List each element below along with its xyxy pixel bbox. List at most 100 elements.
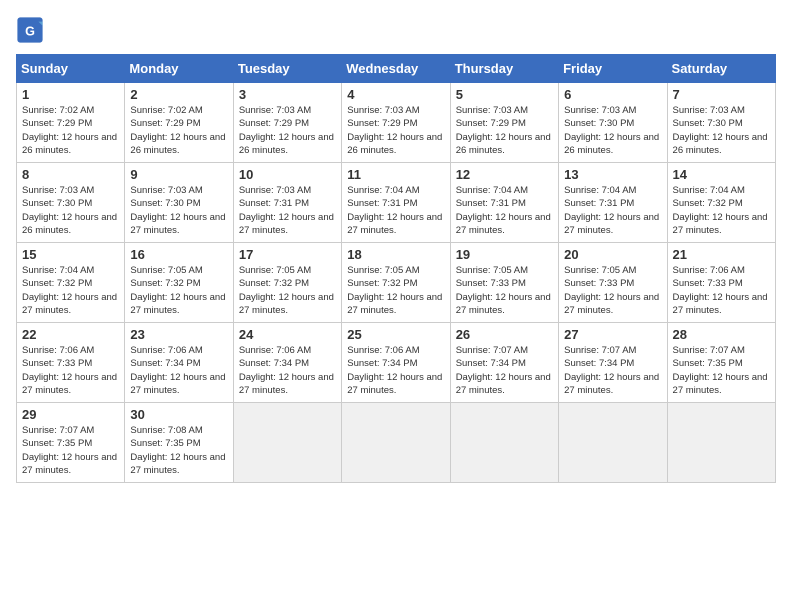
calendar-week-5: 29Sunrise: 7:07 AMSunset: 7:35 PMDayligh…	[17, 403, 776, 483]
day-info: Sunrise: 7:06 AMSunset: 7:33 PMDaylight:…	[673, 264, 770, 317]
calendar-day-14: 14 Sunrise: 7:04 AMSunset: 7:32 PMDayligh…	[667, 163, 775, 243]
calendar-week-4: 22 Sunrise: 7:06 AMSunset: 7:33 PMDayligh…	[17, 323, 776, 403]
day-number: 10	[239, 167, 336, 182]
calendar-day-empty	[342, 403, 450, 483]
day-info: Sunrise: 7:04 AMSunset: 7:32 PMDaylight:…	[673, 184, 770, 237]
day-number: 16	[130, 247, 227, 262]
day-info: Sunrise: 7:03 AMSunset: 7:29 PMDaylight:…	[239, 104, 336, 157]
day-number: 27	[564, 327, 661, 342]
weekday-header-row: SundayMondayTuesdayWednesdayThursdayFrid…	[17, 55, 776, 83]
day-number: 15	[22, 247, 119, 262]
weekday-header-saturday: Saturday	[667, 55, 775, 83]
day-number: 18	[347, 247, 444, 262]
calendar-day-empty	[667, 403, 775, 483]
calendar-day-8: 8 Sunrise: 7:03 AMSunset: 7:30 PMDaylight…	[17, 163, 125, 243]
calendar-day-12: 12 Sunrise: 7:04 AMSunset: 7:31 PMDayligh…	[450, 163, 558, 243]
day-number: 24	[239, 327, 336, 342]
day-number: 4	[347, 87, 444, 102]
day-info: Sunrise: 7:05 AMSunset: 7:33 PMDaylight:…	[564, 264, 661, 317]
calendar-day-23: 23 Sunrise: 7:06 AMSunset: 7:34 PMDayligh…	[125, 323, 233, 403]
day-number: 8	[22, 167, 119, 182]
day-info: Sunrise: 7:06 AMSunset: 7:34 PMDaylight:…	[347, 344, 444, 397]
day-number: 22	[22, 327, 119, 342]
day-info: Sunrise: 7:04 AMSunset: 7:31 PMDaylight:…	[347, 184, 444, 237]
weekday-header-sunday: Sunday	[17, 55, 125, 83]
calendar-week-2: 8 Sunrise: 7:03 AMSunset: 7:30 PMDaylight…	[17, 163, 776, 243]
calendar-day-2: 2 Sunrise: 7:02 AMSunset: 7:29 PMDaylight…	[125, 83, 233, 163]
logo-icon: G	[16, 16, 44, 44]
weekday-header-thursday: Thursday	[450, 55, 558, 83]
calendar-day-19: 19Sunrise: 7:05 AMSunset: 7:33 PMDayligh…	[450, 243, 558, 323]
day-info: Sunrise: 7:05 AMSunset: 7:32 PMDaylight:…	[239, 264, 336, 317]
day-info: Sunrise: 7:05 AMSunset: 7:32 PMDaylight:…	[130, 264, 227, 317]
weekday-header-monday: Monday	[125, 55, 233, 83]
day-info: Sunrise: 7:03 AMSunset: 7:30 PMDaylight:…	[564, 104, 661, 157]
weekday-header-wednesday: Wednesday	[342, 55, 450, 83]
day-number: 26	[456, 327, 553, 342]
day-info: Sunrise: 7:07 AMSunset: 7:35 PMDaylight:…	[22, 424, 119, 477]
header: G	[16, 16, 776, 44]
day-number: 14	[673, 167, 770, 182]
calendar-day-30: 30 Sunrise: 7:08 AMSunset: 7:35 PMDayligh…	[125, 403, 233, 483]
day-number: 5	[456, 87, 553, 102]
day-info: Sunrise: 7:04 AMSunset: 7:31 PMDaylight:…	[564, 184, 661, 237]
day-info: Sunrise: 7:03 AMSunset: 7:29 PMDaylight:…	[347, 104, 444, 157]
calendar-day-22: 22 Sunrise: 7:06 AMSunset: 7:33 PMDayligh…	[17, 323, 125, 403]
calendar-day-20: 20 Sunrise: 7:05 AMSunset: 7:33 PMDayligh…	[559, 243, 667, 323]
calendar-week-3: 15 Sunrise: 7:04 AMSunset: 7:32 PMDayligh…	[17, 243, 776, 323]
day-number: 28	[673, 327, 770, 342]
day-info: Sunrise: 7:04 AMSunset: 7:31 PMDaylight:…	[456, 184, 553, 237]
calendar-day-27: 27 Sunrise: 7:07 AMSunset: 7:34 PMDayligh…	[559, 323, 667, 403]
calendar-day-empty	[559, 403, 667, 483]
calendar-day-18: 18Sunrise: 7:05 AMSunset: 7:32 PMDayligh…	[342, 243, 450, 323]
calendar-day-11: 11 Sunrise: 7:04 AMSunset: 7:31 PMDayligh…	[342, 163, 450, 243]
day-info: Sunrise: 7:06 AMSunset: 7:34 PMDaylight:…	[239, 344, 336, 397]
day-info: Sunrise: 7:06 AMSunset: 7:34 PMDaylight:…	[130, 344, 227, 397]
calendar-day-28: 28 Sunrise: 7:07 AMSunset: 7:35 PMDayligh…	[667, 323, 775, 403]
day-number: 21	[673, 247, 770, 262]
day-info: Sunrise: 7:04 AMSunset: 7:32 PMDaylight:…	[22, 264, 119, 317]
calendar-day-3: 3 Sunrise: 7:03 AMSunset: 7:29 PMDaylight…	[233, 83, 341, 163]
calendar-day-29: 29Sunrise: 7:07 AMSunset: 7:35 PMDayligh…	[17, 403, 125, 483]
calendar-day-7: 7Sunrise: 7:03 AMSunset: 7:30 PMDaylight…	[667, 83, 775, 163]
day-number: 2	[130, 87, 227, 102]
calendar-day-13: 13Sunrise: 7:04 AMSunset: 7:31 PMDayligh…	[559, 163, 667, 243]
day-info: Sunrise: 7:07 AMSunset: 7:34 PMDaylight:…	[456, 344, 553, 397]
calendar-day-empty	[450, 403, 558, 483]
day-info: Sunrise: 7:03 AMSunset: 7:30 PMDaylight:…	[130, 184, 227, 237]
day-info: Sunrise: 7:02 AMSunset: 7:29 PMDaylight:…	[130, 104, 227, 157]
calendar-table: SundayMondayTuesdayWednesdayThursdayFrid…	[16, 54, 776, 483]
day-info: Sunrise: 7:07 AMSunset: 7:34 PMDaylight:…	[564, 344, 661, 397]
calendar-day-9: 9 Sunrise: 7:03 AMSunset: 7:30 PMDaylight…	[125, 163, 233, 243]
calendar-day-empty	[233, 403, 341, 483]
calendar-day-5: 5 Sunrise: 7:03 AMSunset: 7:29 PMDaylight…	[450, 83, 558, 163]
calendar-day-4: 4 Sunrise: 7:03 AMSunset: 7:29 PMDaylight…	[342, 83, 450, 163]
day-number: 6	[564, 87, 661, 102]
calendar-day-26: 26 Sunrise: 7:07 AMSunset: 7:34 PMDayligh…	[450, 323, 558, 403]
day-info: Sunrise: 7:02 AMSunset: 7:29 PMDaylight:…	[22, 104, 119, 157]
day-number: 9	[130, 167, 227, 182]
svg-text:G: G	[25, 25, 35, 39]
day-number: 17	[239, 247, 336, 262]
calendar-day-16: 16 Sunrise: 7:05 AMSunset: 7:32 PMDayligh…	[125, 243, 233, 323]
calendar-day-15: 15 Sunrise: 7:04 AMSunset: 7:32 PMDayligh…	[17, 243, 125, 323]
day-number: 12	[456, 167, 553, 182]
calendar-day-17: 17 Sunrise: 7:05 AMSunset: 7:32 PMDayligh…	[233, 243, 341, 323]
day-info: Sunrise: 7:05 AMSunset: 7:33 PMDaylight:…	[456, 264, 553, 317]
day-number: 20	[564, 247, 661, 262]
day-number: 11	[347, 167, 444, 182]
day-info: Sunrise: 7:03 AMSunset: 7:29 PMDaylight:…	[456, 104, 553, 157]
day-info: Sunrise: 7:03 AMSunset: 7:30 PMDaylight:…	[22, 184, 119, 237]
logo: G	[16, 16, 48, 44]
day-info: Sunrise: 7:08 AMSunset: 7:35 PMDaylight:…	[130, 424, 227, 477]
calendar-day-1: 1 Sunrise: 7:02 AMSunset: 7:29 PMDaylight…	[17, 83, 125, 163]
weekday-header-friday: Friday	[559, 55, 667, 83]
day-info: Sunrise: 7:07 AMSunset: 7:35 PMDaylight:…	[673, 344, 770, 397]
day-number: 23	[130, 327, 227, 342]
day-number: 1	[22, 87, 119, 102]
day-number: 7	[673, 87, 770, 102]
day-number: 30	[130, 407, 227, 422]
calendar-day-6: 6 Sunrise: 7:03 AMSunset: 7:30 PMDaylight…	[559, 83, 667, 163]
day-info: Sunrise: 7:06 AMSunset: 7:33 PMDaylight:…	[22, 344, 119, 397]
day-number: 3	[239, 87, 336, 102]
